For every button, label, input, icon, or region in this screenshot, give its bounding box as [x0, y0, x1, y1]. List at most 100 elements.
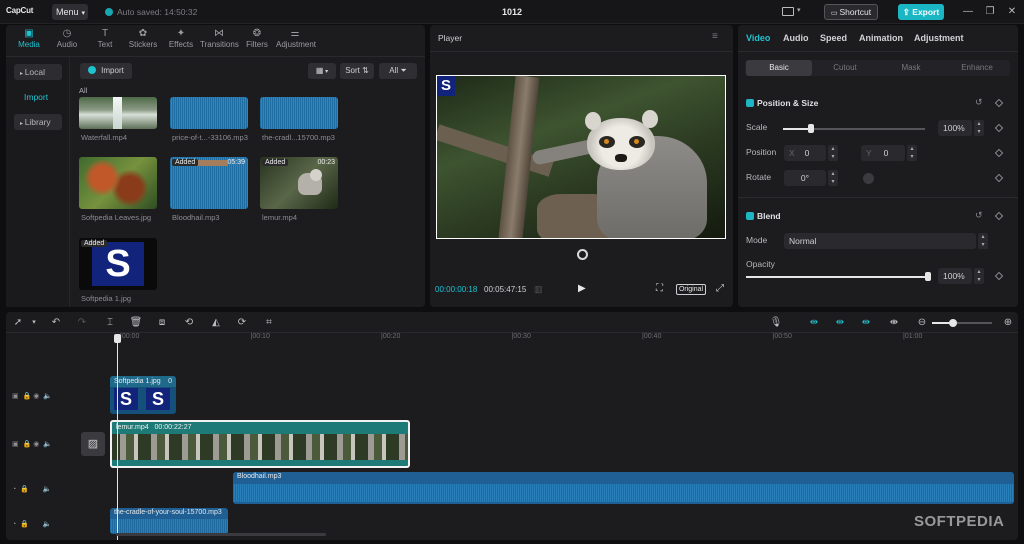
speaker-icon[interactable]: 🔈	[42, 486, 51, 493]
timecode-icon[interactable]: ▥	[534, 284, 543, 295]
tab-audio[interactable]: ◷ Audio	[48, 27, 86, 53]
keyframe-icon[interactable]	[994, 173, 1004, 183]
auto-snap-icon[interactable]: ⇹	[832, 316, 848, 330]
linkage-icon[interactable]: ⇹	[858, 316, 874, 330]
opacity-slider-handle[interactable]	[925, 272, 931, 281]
horizontal-scrollbar[interactable]	[116, 533, 326, 536]
reset-icon[interactable]: ↺	[975, 97, 983, 108]
rotate-handle-icon[interactable]	[577, 249, 588, 260]
media-item-waterfall[interactable]	[79, 97, 157, 129]
video-preview[interactable]: S	[436, 75, 726, 239]
split-icon[interactable]: ⌶	[102, 316, 118, 330]
media-item-leaves[interactable]	[79, 157, 157, 209]
position-y-input[interactable]: Y0	[861, 145, 905, 161]
import-button[interactable]: Import	[80, 63, 132, 79]
zoom-in-icon[interactable]: ⊕	[1000, 316, 1016, 330]
tab-text[interactable]: T Text	[86, 27, 124, 53]
original-ratio-button[interactable]: Original	[676, 284, 706, 295]
audio-track-icon[interactable]: ◔	[12, 486, 16, 493]
rotate-dial-icon[interactable]	[863, 173, 874, 184]
tab-audio[interactable]: Audio	[783, 33, 809, 43]
minimize-icon[interactable]: —	[962, 6, 974, 18]
position-y-stepper-icon[interactable]: ▴ ▾	[907, 145, 917, 161]
preview-axis-icon[interactable]: ⇼	[886, 316, 902, 330]
lock-icon[interactable]: 🔒	[23, 393, 32, 400]
export-button[interactable]: ⇪ Export	[898, 4, 944, 20]
lock-icon[interactable]: 🔒	[23, 441, 32, 448]
close-icon[interactable]: ✕	[1006, 6, 1018, 18]
blend-mode-stepper-icon[interactable]: ▴ ▾	[978, 233, 988, 249]
shortcut-button[interactable]: ▭ Shortcut	[824, 4, 878, 20]
delete-icon[interactable]: 🗑	[128, 316, 144, 330]
tab-filters[interactable]: ❂ Filters	[238, 27, 276, 53]
tab-media[interactable]: ▣ Media	[10, 27, 48, 53]
maximize-icon[interactable]: ❐	[984, 6, 996, 18]
lock-icon[interactable]: 🔒	[20, 486, 29, 493]
crop-icon[interactable]: ⌗	[261, 316, 277, 330]
blend-checkbox[interactable]	[746, 212, 754, 220]
main-track-magnet-icon[interactable]: ⇹	[806, 316, 822, 330]
freeze-icon[interactable]: ⧈	[154, 316, 170, 330]
tab-adjustment[interactable]: ⚌ Adjustment	[276, 27, 316, 53]
sort-button[interactable]: Sort ⇅	[340, 63, 374, 79]
scale-stepper-icon[interactable]: ▴ ▾	[974, 120, 984, 136]
audio-clip-cradle[interactable]: the-cradle-of-your-soul-15700.mp3	[110, 508, 228, 534]
speaker-icon[interactable]: 🔈	[43, 441, 52, 448]
tab-transitions[interactable]: ⋈ Transitions	[200, 27, 239, 53]
keyframe-icon[interactable]	[994, 98, 1004, 108]
hamburger-menu-icon[interactable]: ≡	[712, 31, 718, 42]
video-clip[interactable]: lemur.mp4 00:00:22:27	[110, 420, 410, 468]
media-item-lemur[interactable]: Added 00:23	[260, 157, 338, 209]
view-toggle-button[interactable]: ▦ ▾	[308, 63, 336, 79]
position-x-input[interactable]: X0	[784, 145, 826, 161]
scale-value-input[interactable]: 100%	[938, 120, 972, 136]
play-icon[interactable]: ▶	[578, 283, 586, 294]
layout-icon[interactable]	[782, 7, 794, 16]
media-item-bloodhail[interactable]: Added 05:39	[170, 157, 248, 209]
speaker-icon[interactable]: 🔈	[42, 521, 51, 528]
subtab-cutout[interactable]: Cutout	[812, 60, 878, 76]
reset-icon[interactable]: ↺	[975, 210, 983, 221]
eye-icon[interactable]: ◉	[33, 393, 39, 400]
blend-mode-select[interactable]: Normal	[784, 233, 976, 249]
rotate-stepper-icon[interactable]: ▴ ▾	[828, 170, 838, 186]
audio-clip-bloodhail[interactable]: Bloodhail.mp3	[233, 472, 1014, 504]
subtab-basic[interactable]: Basic	[746, 60, 812, 76]
cover-icon[interactable]: ▨	[81, 432, 105, 456]
track-thumb-icon[interactable]: ▣	[12, 393, 19, 400]
select-cursor-icon[interactable]: ➚	[10, 316, 26, 330]
position-size-checkbox[interactable]	[746, 99, 754, 107]
playhead[interactable]	[117, 334, 118, 540]
rotate-icon[interactable]: ⟳	[234, 316, 250, 330]
softpedia-overlay-logo[interactable]: S	[437, 76, 455, 96]
zoom-slider-handle[interactable]	[949, 319, 957, 327]
redo-icon[interactable]: ↷	[74, 316, 90, 330]
playhead-handle[interactable]	[114, 334, 121, 343]
keyframe-icon[interactable]	[994, 271, 1004, 281]
mirror-icon[interactable]: ◭	[208, 316, 224, 330]
keyframe-icon[interactable]	[994, 211, 1004, 221]
subtab-mask[interactable]: Mask	[878, 60, 944, 76]
tab-speed[interactable]: Speed	[820, 33, 847, 43]
image-clip[interactable]: Softpedia 1.jpg 0 S S	[110, 376, 176, 414]
timeline-ruler[interactable]: |00:00 |00:10 |00:20 |00:30 |00:40 |00:50 |01:…	[76, 333, 1018, 345]
scale-slider-handle[interactable]	[808, 124, 815, 133]
tab-stickers[interactable]: ✿ Stickers	[124, 27, 162, 53]
tab-adjustment[interactable]: Adjustment	[914, 33, 964, 43]
filter-button[interactable]: All ⏷	[379, 63, 417, 79]
reverse-icon[interactable]: ⟲	[181, 316, 197, 330]
tab-video[interactable]: Video	[746, 33, 770, 43]
lock-icon[interactable]: 🔒	[20, 521, 29, 528]
tab-animation[interactable]: Animation	[859, 33, 903, 43]
speaker-icon[interactable]: 🔈	[43, 393, 52, 400]
position-x-stepper-icon[interactable]: ▴ ▾	[828, 145, 838, 161]
opacity-value-input[interactable]: 100%	[938, 268, 972, 284]
subtab-enhance[interactable]: Enhance	[944, 60, 1010, 76]
chevron-down-icon[interactable]: ▾	[797, 6, 801, 14]
chevron-down-icon[interactable]: ▾	[26, 316, 42, 330]
media-item-audio[interactable]	[170, 97, 248, 129]
microphone-icon[interactable]: 🎙	[768, 316, 784, 330]
media-item-audio[interactable]	[260, 97, 338, 129]
track-thumb-icon[interactable]: ▣	[12, 441, 19, 448]
keyframe-icon[interactable]	[994, 123, 1004, 133]
